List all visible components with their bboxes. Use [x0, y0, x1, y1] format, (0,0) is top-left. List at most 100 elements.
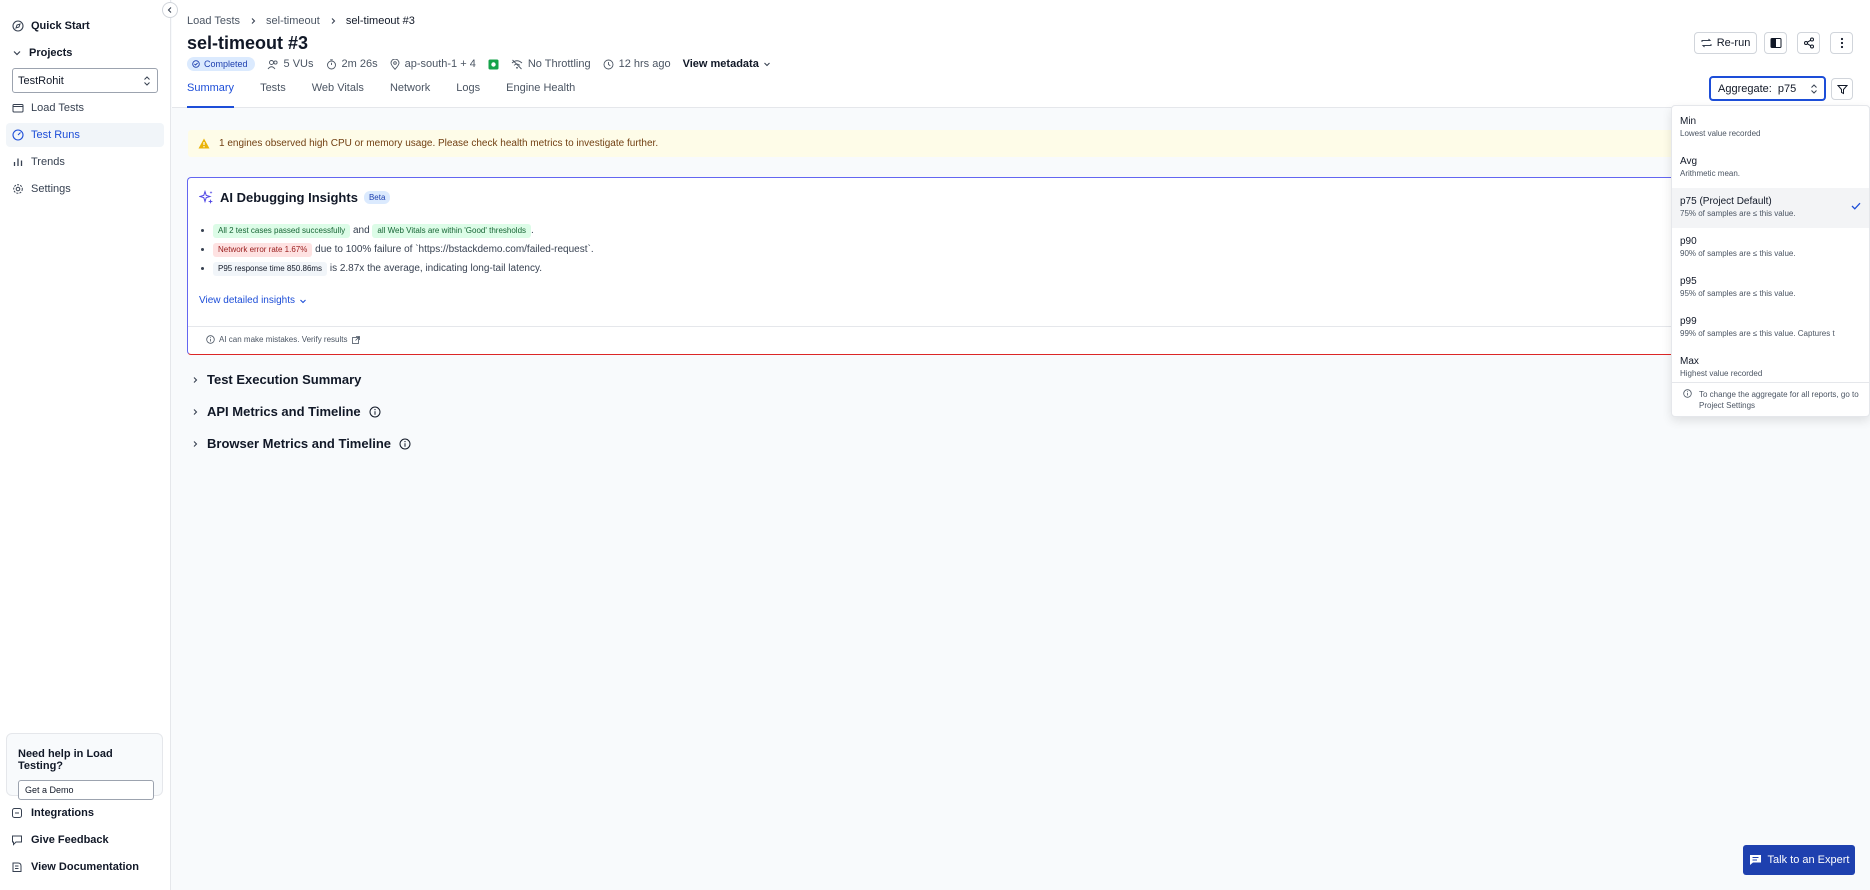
- throttling-meta: No Throttling: [511, 58, 591, 70]
- chrome-icon: [488, 59, 499, 70]
- info-icon: [206, 335, 215, 344]
- aggregate-option-p99[interactable]: p99 99% of samples are ≤ this value. Cap…: [1672, 308, 1869, 348]
- engine-health-alert: 1 engines observed high CPU or memory us…: [188, 130, 1686, 157]
- share-button[interactable]: [1797, 32, 1820, 54]
- help-card: Need help in Load Testing? Get a Demo: [6, 733, 163, 800]
- aggregate-option-avg[interactable]: Avg Arithmetic mean.: [1672, 148, 1869, 188]
- view-metadata-label: View metadata: [682, 58, 759, 70]
- tab-web-vitals[interactable]: Web Vitals: [312, 82, 364, 108]
- project-select[interactable]: TestRohit: [12, 68, 158, 93]
- project-select-value: TestRohit: [18, 74, 64, 87]
- tab-network[interactable]: Network: [390, 82, 430, 108]
- sidebar-item-label: Settings: [31, 183, 71, 195]
- insight-text: .: [531, 225, 534, 236]
- tab-tests[interactable]: Tests: [260, 82, 286, 108]
- sidebar-item-quick-start[interactable]: Quick Start: [6, 14, 164, 38]
- tab-engine-health[interactable]: Engine Health: [506, 82, 575, 108]
- share-icon: [1803, 37, 1815, 49]
- aggregate-select[interactable]: Aggregate: p75: [1709, 76, 1826, 101]
- compass-icon: [12, 20, 24, 32]
- option-description: 95% of samples are ≤ this value.: [1680, 289, 1796, 298]
- vus-text: 5 VUs: [283, 58, 314, 70]
- tab-summary[interactable]: Summary: [187, 82, 235, 108]
- option-label: p99: [1680, 316, 1697, 327]
- sidebar-item-load-tests[interactable]: Load Tests: [6, 96, 164, 120]
- chevron-right-icon: [329, 17, 337, 25]
- sidebar-item-label: Trends: [31, 156, 65, 168]
- book-icon: [11, 861, 23, 873]
- folder-icon: [12, 102, 24, 114]
- browser-meta: [488, 59, 499, 70]
- status-badge: Completed: [187, 57, 255, 71]
- section-api-metrics[interactable]: API Metrics and Timeline: [191, 404, 381, 419]
- chevron-down-icon: [12, 48, 22, 58]
- chevron-down-icon: [299, 297, 307, 305]
- get-a-demo-button[interactable]: Get a Demo: [18, 780, 154, 800]
- updown-icon: [1810, 83, 1818, 95]
- vus-meta: 5 VUs: [267, 58, 314, 70]
- sidebar-item-trends[interactable]: Trends: [6, 150, 164, 174]
- aggregate-option-min[interactable]: Min Lowest value recorded: [1672, 108, 1869, 148]
- insight-pill: Network error rate 1.67%: [213, 243, 313, 257]
- repeat-icon: [1701, 38, 1712, 48]
- rerun-button[interactable]: Re-run: [1694, 32, 1757, 54]
- aggregate-label: Aggregate:: [1718, 82, 1772, 95]
- ai-disclaimer: AI can make mistakes. Verify results: [188, 326, 1686, 344]
- region-text: ap-south-1 + 4: [404, 58, 476, 70]
- option-label: p95: [1680, 276, 1697, 287]
- sidebar-item-settings[interactable]: Settings: [6, 177, 164, 201]
- link-icon: [11, 807, 23, 819]
- view-detailed-insights-label: View detailed insights: [199, 295, 295, 306]
- option-description: 99% of samples are ≤ this value. Capture…: [1680, 329, 1835, 338]
- view-documentation-link[interactable]: View Documentation: [11, 861, 139, 873]
- section-title: API Metrics and Timeline: [207, 404, 361, 419]
- breadcrumb-load-tests[interactable]: Load Tests: [187, 15, 240, 27]
- section-browser-metrics[interactable]: Browser Metrics and Timeline: [191, 436, 411, 451]
- info-icon: [1683, 389, 1692, 416]
- alert-text: 1 engines observed high CPU or memory us…: [219, 138, 659, 149]
- sidebar-item-label: Test Runs: [31, 129, 80, 141]
- chevron-right-icon: [191, 440, 199, 448]
- time-ago-text: 12 hrs ago: [618, 58, 671, 70]
- compare-button[interactable]: [1764, 32, 1787, 54]
- talk-to-expert-button[interactable]: Talk to an Expert: [1743, 845, 1855, 875]
- breadcrumb-sel-timeout[interactable]: sel-timeout: [266, 15, 320, 27]
- disclaimer-text[interactable]: AI can make mistakes. Verify results: [219, 335, 348, 344]
- view-detailed-insights-toggle[interactable]: View detailed insights: [199, 295, 307, 306]
- option-label: p90: [1680, 236, 1697, 247]
- insight-text: is 2.87x the average, indicating long-ta…: [329, 263, 543, 274]
- time-ago-meta: 12 hrs ago: [603, 58, 671, 70]
- page-title: sel-timeout #3: [187, 33, 309, 53]
- info-icon[interactable]: [399, 438, 411, 450]
- view-metadata-toggle[interactable]: View metadata: [683, 58, 771, 70]
- chevron-right-icon: [191, 408, 199, 416]
- more-options-button[interactable]: [1830, 32, 1853, 54]
- filter-button[interactable]: [1831, 78, 1853, 100]
- sidebar-projects-toggle[interactable]: Projects: [6, 41, 164, 65]
- info-icon[interactable]: [369, 406, 381, 418]
- give-feedback-link[interactable]: Give Feedback: [11, 834, 109, 846]
- aggregate-option-p75[interactable]: p75 (Project Default) 75% of samples are…: [1672, 188, 1869, 228]
- option-label: Min: [1680, 116, 1697, 127]
- section-test-execution-summary[interactable]: Test Execution Summary: [191, 372, 361, 387]
- option-label: Avg: [1680, 156, 1698, 167]
- check-icon: [1851, 202, 1861, 210]
- insight-text: due to 100% failure of `https://bstackde…: [315, 244, 594, 255]
- region-meta[interactable]: ap-south-1 + 4: [390, 58, 476, 70]
- integrations-label: Integrations: [31, 807, 94, 819]
- aggregate-option-p90[interactable]: p90 90% of samples are ≤ this value.: [1672, 228, 1869, 268]
- tab-logs[interactable]: Logs: [456, 82, 480, 108]
- sidebar-collapse-button[interactable]: [162, 2, 178, 18]
- sidebar-item-test-runs[interactable]: Test Runs: [6, 123, 164, 147]
- sidebar: Quick Start Projects TestRohit Load Test…: [0, 0, 171, 890]
- integrations-link[interactable]: Integrations: [11, 807, 94, 819]
- aggregate-option-p95[interactable]: p95 95% of samples are ≤ this value.: [1672, 268, 1869, 308]
- sidebar-item-label: Load Tests: [31, 102, 85, 114]
- sidebar-item-label: Quick Start: [31, 20, 90, 32]
- option-description: Lowest value recorded: [1680, 129, 1761, 138]
- insight-pill: P95 response time 850.86ms: [213, 262, 328, 276]
- stopwatch-icon: [326, 58, 337, 70]
- run-metadata: Completed 5 VUs 2m 26s ap-south-1 + 4 No…: [187, 57, 771, 71]
- gauge-icon: [12, 129, 24, 141]
- wifi-off-icon: [511, 59, 523, 70]
